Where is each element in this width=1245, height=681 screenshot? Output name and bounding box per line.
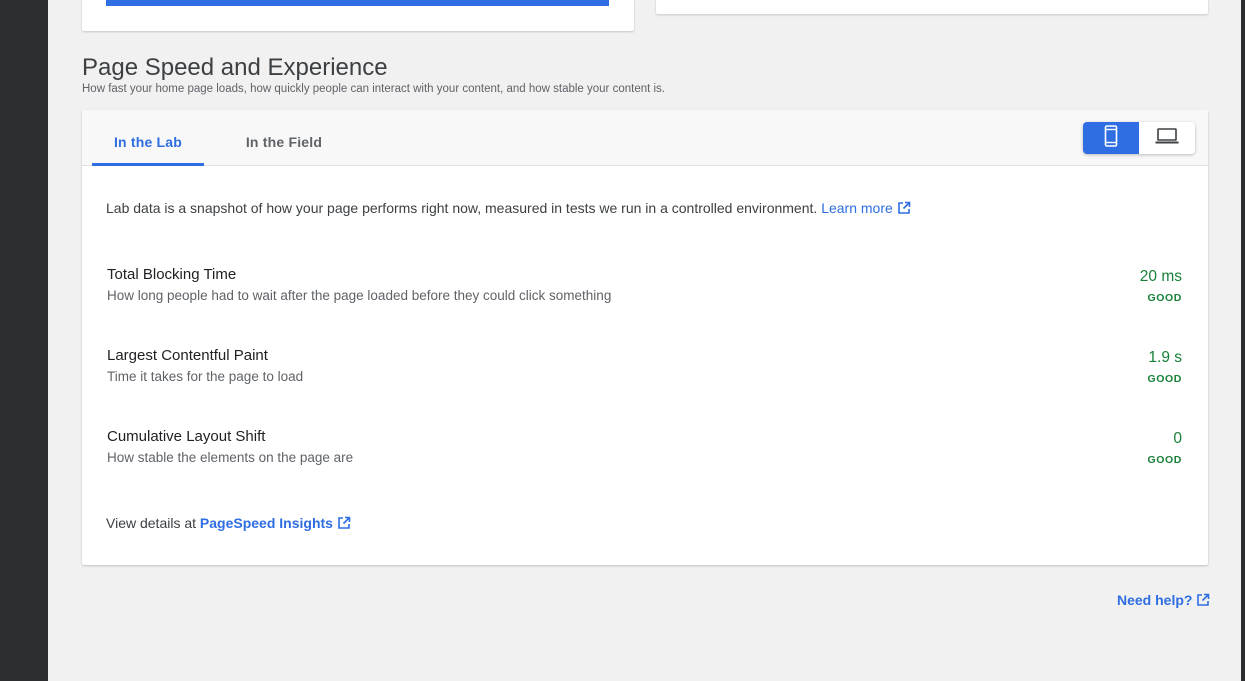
progress-bar xyxy=(106,0,609,6)
external-link-icon xyxy=(337,516,351,533)
metric-description: How stable the elements on the page are xyxy=(107,450,354,465)
device-toggle xyxy=(1083,122,1195,154)
need-help-label: Need help? xyxy=(1117,592,1193,608)
metric-status-badge: GOOD xyxy=(1147,373,1182,385)
metric-value: 20 ms xyxy=(1139,268,1182,285)
section-subtitle: How fast your home page loads, how quick… xyxy=(82,83,665,95)
details-line: View details at PageSpeed Insights xyxy=(106,515,351,533)
external-link-icon xyxy=(897,201,911,218)
metric-value: 1.9 s xyxy=(1148,349,1182,366)
learn-more-label: Learn more xyxy=(821,200,893,216)
tab-in-the-field[interactable]: In the Field xyxy=(228,110,340,166)
metric-largest-contentful-paint: Largest Contentful Paint Time it takes f… xyxy=(107,347,1182,397)
metric-description: How long people had to wait after the pa… xyxy=(107,288,612,303)
metric-value: 0 xyxy=(1173,430,1182,447)
page-speed-panel: In the Lab In the Field Lab data is a sn… xyxy=(82,110,1208,565)
mobile-icon xyxy=(1104,124,1118,152)
section-title: Page Speed and Experience xyxy=(82,54,388,81)
external-link-icon xyxy=(1196,593,1210,610)
tab-in-the-lab[interactable]: In the Lab xyxy=(92,110,204,166)
metric-status-badge: GOOD xyxy=(1147,454,1182,466)
metric-name: Cumulative Layout Shift xyxy=(107,428,266,445)
previous-card-right xyxy=(656,0,1208,14)
desktop-toggle-button[interactable] xyxy=(1139,122,1195,154)
lab-intro-text: Lab data is a snapshot of how your page … xyxy=(106,200,818,216)
metric-name: Total Blocking Time xyxy=(107,266,237,283)
metric-description: Time it takes for the page to load xyxy=(107,369,304,384)
metric-name: Largest Contentful Paint xyxy=(107,347,268,364)
left-app-rail xyxy=(0,0,48,681)
metric-total-blocking-time: Total Blocking Time How long people had … xyxy=(107,266,1182,316)
pagespeed-insights-label: PageSpeed Insights xyxy=(199,515,333,531)
lab-intro: Lab data is a snapshot of how your page … xyxy=(106,200,911,218)
mobile-toggle-button[interactable] xyxy=(1083,122,1139,154)
learn-more-link[interactable]: Learn more xyxy=(821,200,911,216)
previous-card-left xyxy=(82,0,634,31)
active-tab-indicator xyxy=(92,163,204,166)
right-app-rail xyxy=(1241,0,1245,681)
need-help-link[interactable]: Need help? xyxy=(1117,592,1210,610)
pagespeed-insights-link[interactable]: PageSpeed Insights xyxy=(200,515,351,531)
metric-status-badge: GOOD xyxy=(1147,292,1182,304)
details-prefix: View details at xyxy=(106,515,197,531)
laptop-icon xyxy=(1155,127,1179,150)
metric-cumulative-layout-shift: Cumulative Layout Shift How stable the e… xyxy=(107,428,1182,478)
tab-bar: In the Lab In the Field xyxy=(82,110,1208,166)
